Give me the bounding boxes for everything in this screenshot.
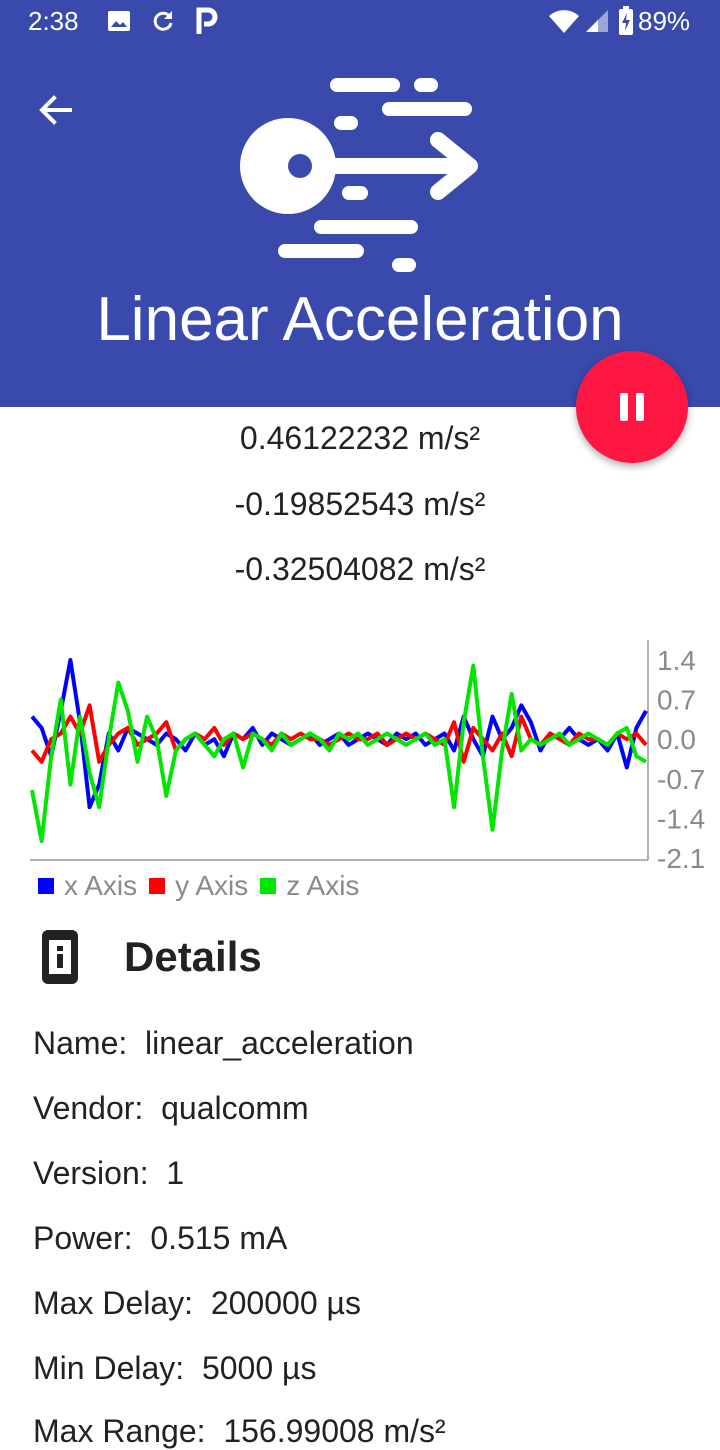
status-time: 2:38 (28, 6, 79, 36)
chart-legend: x Axis y Axis z Axis (38, 870, 371, 902)
reading-x: 0.46122232 m/s² (239, 420, 481, 456)
y-tick-label: -1.4 (657, 803, 705, 834)
detail-min-delay: Min Delay: 5000 µs (33, 1350, 317, 1386)
detail-max-range: Max Range: 156.99008 m/s² (33, 1413, 446, 1449)
sync-notification-icon (153, 11, 173, 31)
detail-max-delay: Max Delay: 200000 µs (33, 1285, 361, 1321)
back-arrow-icon[interactable] (30, 86, 80, 136)
reading-z: -0.32504082 m/s² (234, 551, 486, 587)
y-tick-label: 1.4 (657, 645, 696, 676)
info-device-icon (42, 930, 78, 984)
y-tick-label: -2.1 (657, 843, 705, 874)
legend-item-y: y Axis (149, 870, 248, 902)
detail-version: Version: 1 (33, 1155, 185, 1191)
details-header: Details (40, 928, 262, 986)
legend-item-x: x Axis (38, 870, 137, 902)
wifi-icon (549, 10, 579, 34)
app-header: 2:38 89% Linear Acceleration (0, 0, 720, 407)
y-tick-label: 0.7 (657, 685, 696, 716)
battery-percent: 89% (638, 6, 691, 36)
linear-acceleration-icon (240, 78, 478, 272)
battery-charging-icon (619, 6, 633, 35)
legend-item-z: z Axis (260, 870, 359, 902)
y-tick-label: -0.7 (657, 764, 705, 795)
series-line-z (30, 663, 648, 843)
status-bar: 2:38 89% (0, 0, 720, 44)
detail-vendor: Vendor: qualcomm (33, 1090, 309, 1126)
detail-name: Name: linear_acceleration (33, 1025, 414, 1061)
details-heading: Details (124, 933, 262, 980)
image-notification-icon (108, 11, 130, 31)
cell-signal-icon (586, 10, 608, 32)
reading-y: -0.19852543 m/s² (234, 486, 486, 522)
y-tick-label: 0.0 (657, 724, 696, 755)
parking-notification-icon (196, 7, 218, 34)
detail-power: Power: 0.515 mA (33, 1220, 288, 1256)
page-title: Linear Acceleration (96, 285, 624, 354)
acceleration-chart: 1.4 0.7 0.0 -0.7 -1.4 -2.1 (30, 640, 705, 874)
